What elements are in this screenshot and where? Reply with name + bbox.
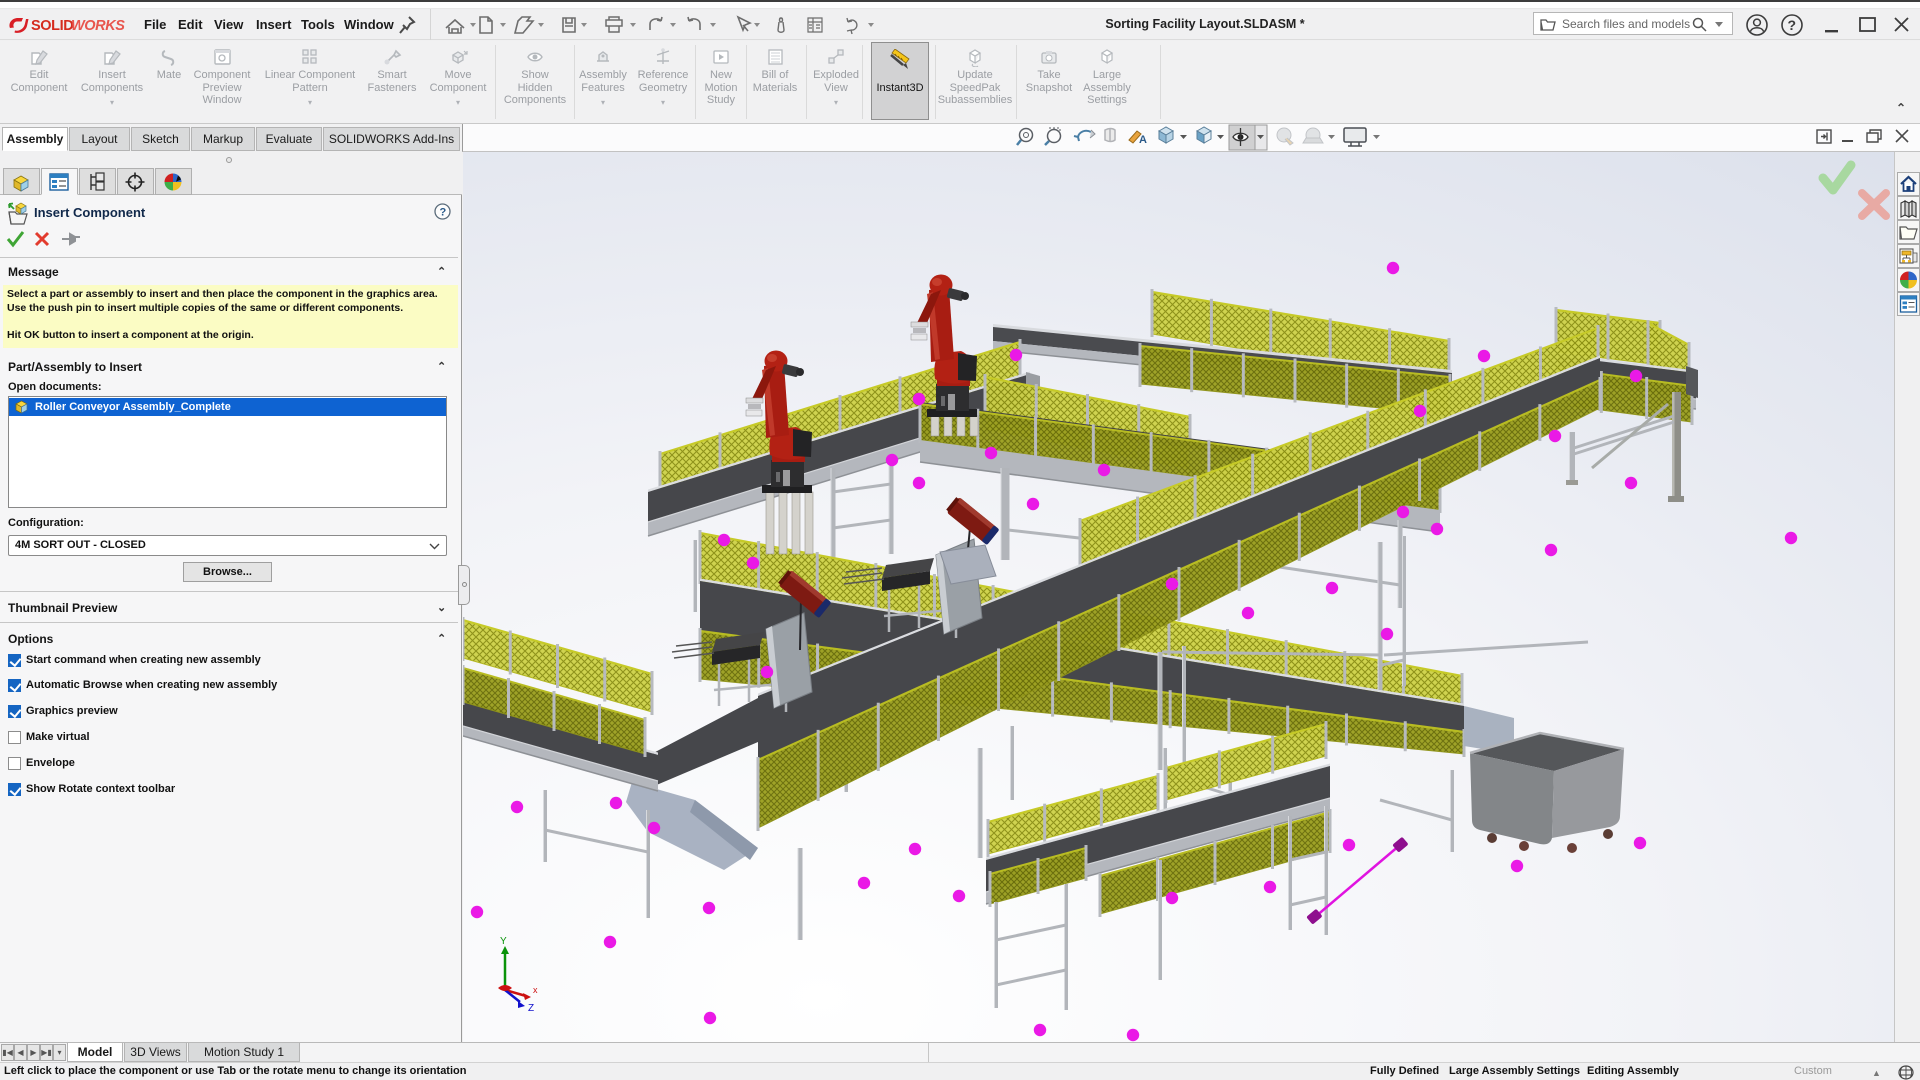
svg-text:WORKS: WORKS <box>71 18 125 34</box>
svg-text:SOLID: SOLID <box>31 18 73 34</box>
svg-text:?: ? <box>1788 17 1797 33</box>
svg-text:A: A <box>1139 134 1147 146</box>
svg-text:Y: Y <box>500 936 507 947</box>
svg-text:?: ? <box>440 207 447 219</box>
svg-text:Z: Z <box>528 1003 534 1014</box>
svg-text:x: x <box>533 985 538 995</box>
